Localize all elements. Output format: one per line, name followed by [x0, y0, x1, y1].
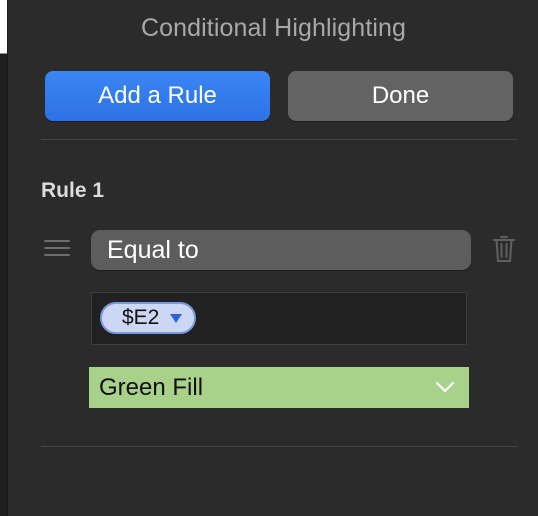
- cell-reference-token[interactable]: $E2: [100, 302, 197, 334]
- conditional-highlighting-panel: Conditional Highlighting Add a Rule Done…: [7, 0, 538, 516]
- token-label: $E2: [122, 306, 160, 329]
- sheet-edge-divider: [0, 53, 7, 54]
- sheet-edge: [0, 0, 7, 516]
- chevron-down-icon: [435, 381, 455, 393]
- panel-title: Conditional Highlighting: [140, 14, 407, 42]
- drag-handle-icon[interactable]: [44, 240, 70, 256]
- style-label: Green Fill: [99, 374, 204, 401]
- done-button[interactable]: Done: [288, 71, 513, 121]
- value-field[interactable]: $E2: [91, 292, 467, 345]
- dropdown-arrow-icon[interactable]: [170, 313, 183, 323]
- divider: [41, 139, 517, 140]
- divider: [41, 446, 517, 447]
- style-select[interactable]: Green Fill: [89, 367, 469, 408]
- rule-heading: Rule 1: [41, 179, 105, 202]
- trash-icon[interactable]: [492, 234, 516, 264]
- sheet-edge-top: [0, 0, 7, 53]
- condition-select[interactable]: Equal to: [91, 230, 471, 270]
- add-rule-button[interactable]: Add a Rule: [45, 71, 270, 121]
